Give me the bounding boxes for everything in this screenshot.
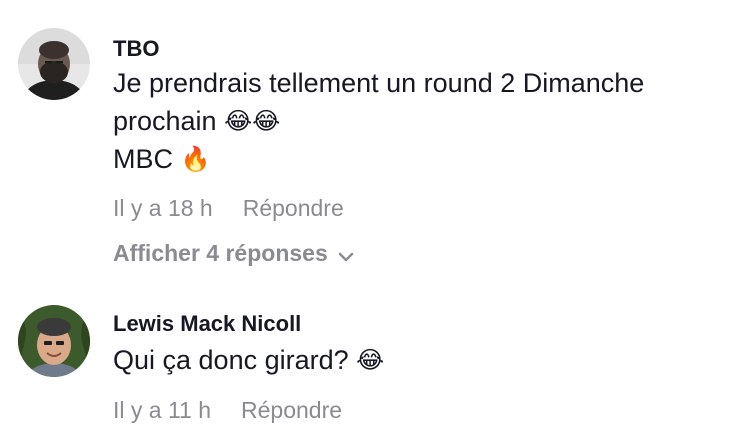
comment-meta: Il y a 11 h Répondre: [113, 397, 342, 424]
view-replies-button[interactable]: Afficher 4 réponses: [113, 240, 354, 268]
reply-button[interactable]: Répondre: [243, 195, 344, 221]
reply-button[interactable]: Répondre: [241, 397, 342, 423]
view-replies-label: Afficher 4 réponses: [113, 240, 328, 266]
comment-timestamp: Il y a 18 h: [113, 195, 213, 221]
comment-line-text: prochain: [113, 106, 217, 136]
chevron-down-icon: [338, 241, 354, 268]
fire-emoji-icon: 🔥: [180, 145, 211, 173]
avatar-image: [18, 28, 90, 100]
avatar[interactable]: [18, 305, 90, 377]
comment-author[interactable]: TBO: [113, 36, 159, 62]
comment-line-text: MBC: [113, 144, 173, 174]
comment-item: Lewis Mack Nicoll Qui ça donc girard? 😂 …: [0, 290, 732, 440]
comment-timestamp: Il y a 11 h: [113, 397, 212, 423]
comment-author[interactable]: Lewis Mack Nicoll: [113, 311, 301, 337]
comment-line-text: Qui ça donc girard?: [113, 345, 349, 375]
laughing-emoji-icon: 😂: [356, 346, 385, 374]
comment-item: TBO Je prendrais tellement un round 2 Di…: [0, 0, 732, 290]
comment-text: Je prendrais tellement un round 2 Dimanc…: [113, 64, 713, 178]
avatar[interactable]: [18, 28, 90, 100]
laughing-emoji-icon: 😂😂: [224, 107, 281, 135]
comment-line: Qui ça donc girard? 😂: [113, 341, 713, 379]
comment-text: Qui ça donc girard? 😂: [113, 341, 713, 379]
avatar-image: [18, 305, 90, 377]
comment-line: MBC 🔥: [113, 140, 713, 178]
comment-line: prochain 😂😂: [113, 102, 713, 140]
comment-line: Je prendrais tellement un round 2 Dimanc…: [113, 64, 713, 102]
comment-meta: Il y a 18 h Répondre: [113, 195, 344, 222]
comment-line-text: Je prendrais tellement un round 2 Dimanc…: [113, 68, 645, 98]
